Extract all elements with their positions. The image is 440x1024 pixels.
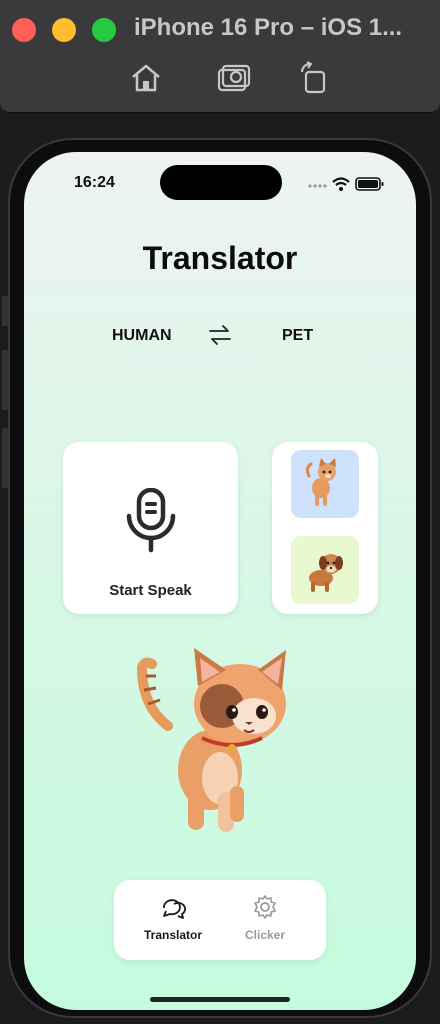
screenshot-icon[interactable]: [216, 60, 252, 96]
dog-icon: [309, 554, 343, 592]
zoom-window-button[interactable]: [92, 18, 116, 42]
start-speak-label: Start Speak: [109, 582, 192, 599]
cat-illustration: [136, 648, 286, 832]
close-window-button[interactable]: [12, 18, 36, 42]
microphone-icon: [126, 488, 176, 553]
rotate-icon[interactable]: [296, 60, 332, 96]
swap-arrows-icon[interactable]: [208, 324, 232, 346]
battery-icon: [355, 177, 384, 191]
target-language-label[interactable]: PET: [282, 327, 313, 345]
minimize-window-button[interactable]: [52, 18, 76, 42]
dynamic-island: [160, 165, 282, 200]
simulator-titlebar: iPhone 16 Pro – iOS 1...: [0, 0, 440, 113]
window-title: iPhone 16 Pro – iOS 1...: [134, 14, 403, 41]
tab-clicker-label: Clicker: [244, 928, 286, 942]
status-icons: [308, 177, 384, 191]
gear-icon: [254, 895, 276, 919]
start-speak-button[interactable]: Start Speak: [63, 442, 238, 614]
chat-bubbles-icon: [163, 899, 186, 919]
status-time: 16:24: [74, 174, 115, 191]
app-screen: 16:24 Translator HUMAN PET Start Speak T…: [24, 152, 416, 1010]
home-icon[interactable]: [128, 60, 164, 96]
home-indicator[interactable]: [150, 997, 290, 1002]
source-language-label[interactable]: HUMAN: [112, 327, 172, 345]
page-title: Translator: [142, 240, 298, 276]
tab-translator[interactable]: Translator: [128, 894, 218, 950]
pet-selector: [272, 442, 378, 614]
tab-bar: Translator Clicker: [114, 880, 326, 960]
tab-translator-label: Translator: [143, 928, 203, 942]
cat-icon: [305, 458, 336, 506]
wifi-icon: [332, 177, 350, 191]
signal-dots-icon: [308, 184, 327, 188]
pet-option-cat[interactable]: [291, 450, 359, 518]
tab-clicker[interactable]: Clicker: [220, 894, 310, 950]
pet-option-dog[interactable]: [291, 536, 359, 604]
